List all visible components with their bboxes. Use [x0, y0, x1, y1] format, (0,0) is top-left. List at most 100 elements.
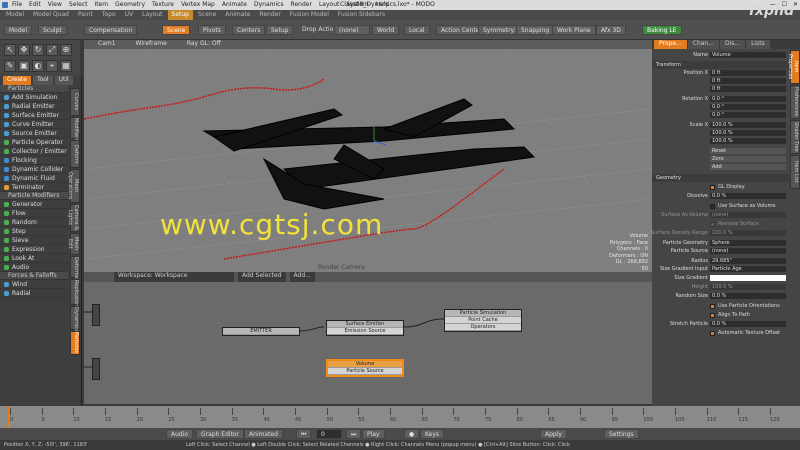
menu-dynamics[interactable]: Dynamics — [254, 1, 284, 8]
surface-as-volume-select[interactable]: (none) — [710, 212, 786, 218]
tool-item-source-emitter[interactable]: Source Emitter — [0, 129, 68, 138]
play-button[interactable]: Play — [362, 429, 385, 439]
radius-field[interactable]: 29.685" — [710, 258, 786, 264]
tab-properties[interactable]: Prope... — [654, 40, 687, 49]
tool-item-look-at[interactable]: Look At — [0, 254, 68, 263]
menu-layout[interactable]: Layout — [319, 1, 339, 8]
viewport-raygl[interactable]: Ray GL: Off — [187, 40, 221, 49]
tab-tool[interactable]: Tool — [32, 76, 53, 85]
layout-tab-fusion-sidebars[interactable]: Fusion Sidebars — [334, 10, 389, 20]
name-field[interactable]: Volume — [710, 52, 786, 58]
use-surface-checkbox[interactable] — [710, 204, 715, 209]
tool-item-dynamic-collider[interactable]: Dynamic Collider — [0, 165, 68, 174]
auto-texture-offset-checkbox[interactable] — [710, 331, 715, 336]
size-gradient-input-select[interactable]: Particle Age — [710, 266, 786, 272]
record-icon[interactable]: ● — [404, 429, 420, 439]
reset-button[interactable]: Reset — [710, 148, 786, 154]
layout-tab-fusion-model[interactable]: Fusion Model — [286, 10, 333, 20]
menu-file[interactable]: File — [12, 1, 22, 8]
vtab-camera-lights[interactable]: Camera & Lights — [67, 204, 80, 232]
section-particles[interactable]: Particles — [0, 85, 68, 93]
menu-vertex-map[interactable]: Vertex Map — [181, 1, 215, 8]
rotation-y-field[interactable]: 0.0 ° — [710, 104, 786, 110]
vtab-particles[interactable]: Particles — [70, 331, 80, 355]
tool-item-step[interactable]: Step — [0, 227, 68, 236]
particle-simulation-node[interactable]: Particle Simulation Point Cache Operator… — [444, 309, 522, 332]
setup-button[interactable]: Setup — [266, 25, 294, 35]
tool-item-radial-emitter[interactable]: Radial Emitter — [0, 102, 68, 111]
tool-item-audio[interactable]: Audio — [0, 263, 68, 272]
menu-animate[interactable]: Animate — [222, 1, 247, 8]
scale-x-field[interactable]: 100.0 % — [710, 122, 786, 128]
tool-item-random[interactable]: Random — [0, 218, 68, 227]
tool-item-collector-emitter[interactable]: Collector / Emitter — [0, 147, 68, 156]
sculpt-button[interactable]: Sculpt — [38, 25, 67, 35]
tab-display[interactable]: Dis... — [719, 40, 746, 49]
right-vtab-item-properties[interactable]: Item Properties — [787, 50, 800, 84]
volume-node[interactable]: Volume Particle Source — [326, 359, 404, 377]
tool-item-expression[interactable]: Expression — [0, 245, 68, 254]
add-button[interactable]: Add — [710, 164, 786, 170]
dissolve-field[interactable]: 0.0 % — [710, 193, 786, 199]
right-vtab-shader-tree[interactable]: Shader Tree — [790, 120, 800, 154]
right-vtab-item-list[interactable]: Item List — [790, 155, 800, 189]
surface-density-field[interactable]: 100.0 % — [710, 230, 786, 236]
timeline-playhead[interactable] — [8, 406, 10, 428]
position-x-field[interactable]: 0 ft — [710, 70, 786, 76]
layout-tab-topo[interactable]: Topo — [98, 10, 120, 20]
tool-item-radial[interactable]: Radial — [0, 289, 68, 298]
audio-button[interactable]: Audio — [166, 429, 194, 439]
menu-select[interactable]: Select — [69, 1, 88, 8]
brush-tool-icon[interactable]: ✎ — [4, 60, 16, 72]
node-port[interactable]: Operators — [445, 324, 521, 331]
transform-section[interactable]: Transform — [652, 61, 792, 69]
graph-editor-button[interactable]: Graph Editor — [196, 429, 245, 439]
scale-tool-icon[interactable]: ⤢ — [46, 44, 58, 56]
transform-tool-icon[interactable]: ⊕ — [60, 44, 72, 56]
vtab-mesh-edit[interactable]: Mesh Edit — [67, 233, 80, 255]
layout-tab-scene[interactable]: Scene — [194, 10, 220, 20]
particle-geometry-select[interactable]: Sphere — [710, 240, 786, 246]
tool-item-terminator[interactable]: Terminator — [0, 183, 68, 192]
scale-y-field[interactable]: 100.0 % — [710, 130, 786, 136]
tool-item-wind[interactable]: Wind — [0, 280, 68, 289]
next-frame-icon[interactable]: ⏭ — [346, 429, 362, 439]
tool-item-curve-emitter[interactable]: Curve Emitter — [0, 120, 68, 129]
animated-select[interactable]: Animated — [244, 429, 283, 439]
use-particle-orientations-checkbox[interactable] — [710, 304, 715, 309]
menu-render[interactable]: Render — [291, 1, 312, 8]
tool-item-flow[interactable]: Flow — [0, 209, 68, 218]
keys-button[interactable]: Keys — [420, 429, 445, 439]
tool-item-sieve[interactable]: Sieve — [0, 236, 68, 245]
node-port[interactable]: Particle Source — [328, 368, 402, 375]
menu-view[interactable]: View — [48, 1, 62, 8]
first-frame-icon[interactable]: ⏮ — [296, 429, 312, 439]
tab-create[interactable]: Create — [3, 76, 31, 85]
node-port[interactable]: Emission Source — [327, 328, 403, 335]
frame-field[interactable]: 0 — [316, 429, 342, 439]
size-gradient-bar[interactable] — [710, 275, 786, 281]
layout-tab-layout[interactable]: Layout — [138, 10, 166, 20]
height-field[interactable]: 100.0 % — [710, 284, 786, 290]
rotation-z-field[interactable]: 0.0 ° — [710, 112, 786, 118]
layout-tab-model-quad[interactable]: Model Quad — [29, 10, 73, 20]
layout-tab-render[interactable]: Render — [255, 10, 284, 20]
local-button[interactable]: Local — [404, 25, 430, 35]
tool-item-particle-operator[interactable]: Particle Operator — [0, 138, 68, 147]
emitter-node[interactable]: EMITTER — [222, 327, 300, 336]
viewport-shading[interactable]: Wireframe — [136, 40, 167, 49]
scale-z-field[interactable]: 100.0 % — [710, 138, 786, 144]
tool-item-generator[interactable]: Generator — [0, 200, 68, 209]
position-y-field[interactable]: 0 ft — [710, 78, 786, 84]
centers-button[interactable]: Centers — [232, 25, 266, 35]
workplane-tool-icon[interactable]: ▦ — [60, 60, 72, 72]
tool-item-add-simulation[interactable]: Add Simulation — [0, 93, 68, 102]
afx-button[interactable]: Afx 3D — [596, 25, 626, 35]
tab-lists[interactable]: Lists — [746, 40, 770, 49]
stretch-particle-field[interactable]: 0.0 % — [710, 321, 786, 327]
layout-tab-paint[interactable]: Paint — [74, 10, 97, 20]
menu-geometry[interactable]: Geometry — [115, 1, 145, 8]
apply-button[interactable]: Apply — [540, 429, 567, 439]
menu-texture[interactable]: Texture — [152, 1, 174, 8]
scene-button[interactable]: Scene — [162, 25, 191, 35]
